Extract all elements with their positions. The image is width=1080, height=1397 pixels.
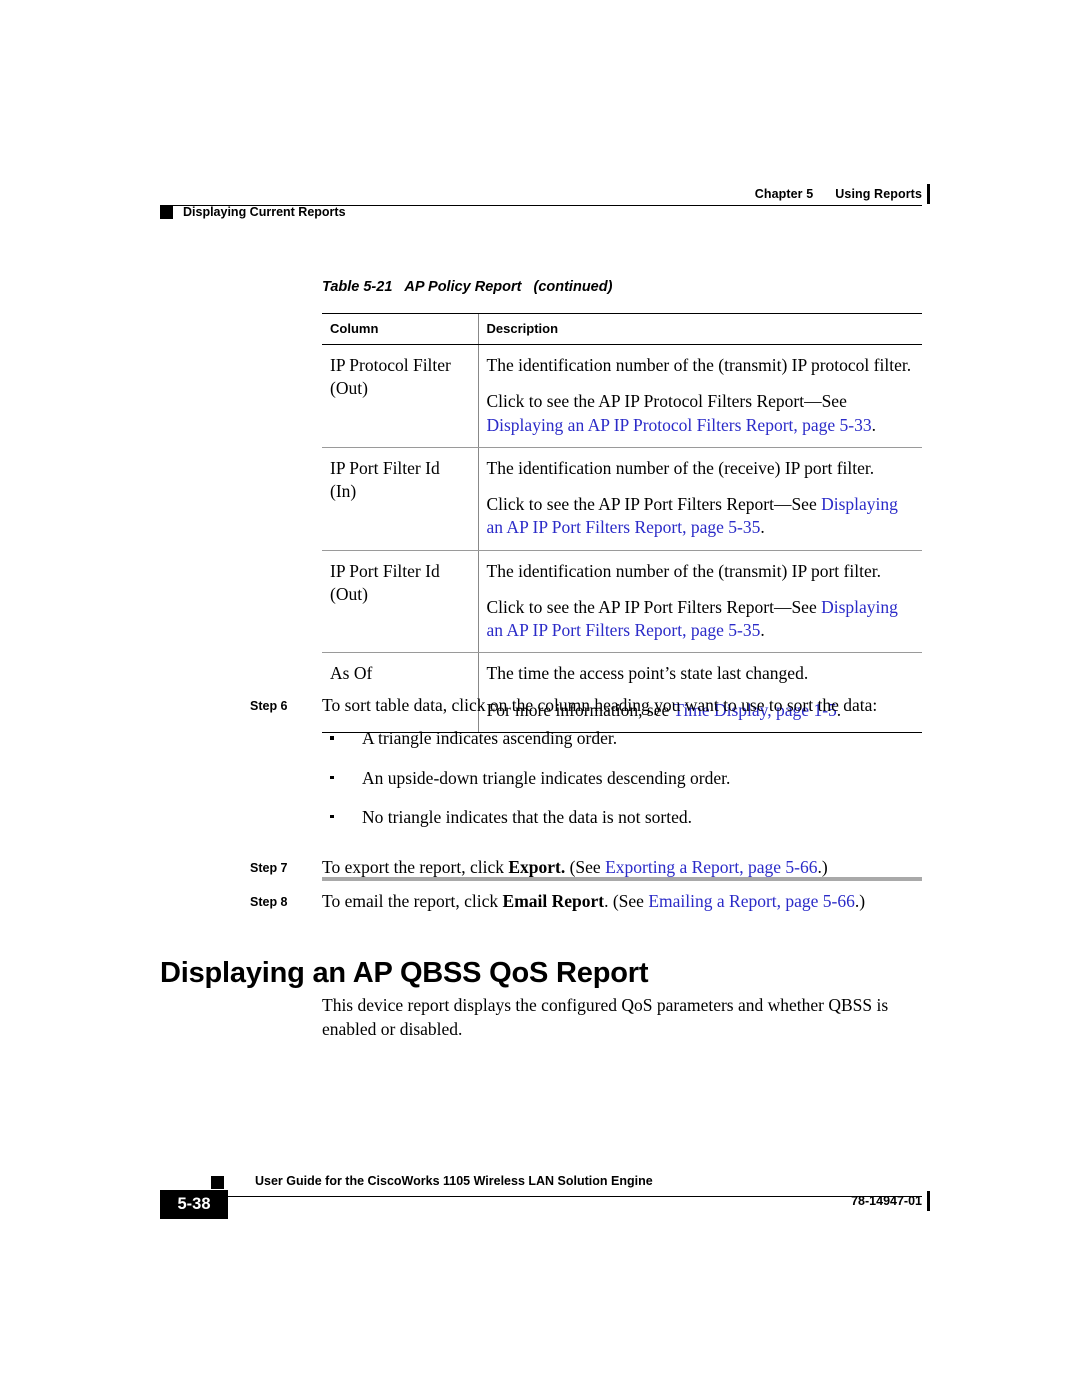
step-lead-text: To email the report, click (322, 891, 503, 912)
description-paragraph: The identification number of the (transm… (486, 355, 912, 375)
bullet-icon (330, 736, 334, 740)
header-section-label: Displaying Current Reports (183, 205, 346, 219)
footer-guide-title: User Guide for the CiscoWorks 1105 Wirel… (255, 1174, 653, 1188)
cell-description: The identification number of the (transm… (477, 550, 922, 654)
link-tail-text: . (760, 517, 765, 538)
cell-column-name: IP Port Filter Id (In) (322, 447, 478, 551)
table-caption-title: AP Policy Report (404, 279, 522, 295)
table-row: IP Port Filter Id (In) The identificatio… (322, 447, 922, 551)
list-item: An upside-down triangle indicates descen… (322, 767, 930, 790)
step-label: Step 6 (250, 699, 288, 713)
column-header-description: Description (477, 313, 922, 345)
table-caption-number: Table 5-21 (322, 279, 393, 295)
page-title: Displaying an AP QBSS QoS Report (160, 957, 649, 990)
running-header-right: Chapter 5 Using Reports (755, 187, 922, 201)
link-tail-text: . (760, 620, 765, 641)
column-header-column: Column (322, 313, 478, 345)
section-paragraph: This device report displays the configur… (322, 995, 889, 1039)
step-6: Step 6 To sort table data, click on the … (250, 694, 930, 845)
header-chapter: Chapter 5 (754, 187, 814, 201)
link-tail-text: . (871, 414, 877, 435)
footer-rule (160, 1196, 922, 1198)
bullet-icon (330, 775, 334, 780)
description-paragraph-with-link: Click to see the AP IP Port Filters Repo… (487, 493, 913, 540)
description-paragraph: The identification number of the (receiv… (486, 457, 875, 478)
step-text: To sort table data, click on the column … (322, 695, 878, 715)
list-item-text: A triangle indicates ascending order. (362, 728, 618, 749)
cell-column-name: IP Port Filter Id (Out) (322, 550, 478, 654)
step-text: To export the report, click Export. (See… (322, 856, 930, 879)
list-item: A triangle indicates ascending order. (322, 727, 930, 750)
table-row: IP Port Filter Id (Out) The identificati… (322, 550, 922, 654)
procedure-steps: Step 6 To sort table data, click on the … (250, 694, 930, 915)
step-lead-text: To export the report, click (322, 857, 509, 878)
sort-order-bullet-list: A triangle indicates ascending order. An… (322, 727, 930, 829)
table-body: IP Protocol Filter (Out) The identificat… (322, 344, 922, 733)
cross-reference-link[interactable]: Emailing a Report, page 5-66 (648, 891, 855, 911)
description-paragraph-with-link: Click to see the AP IP Protocol Filters … (487, 390, 913, 437)
description-paragraph-with-link: Click to see the AP IP Port Filters Repo… (487, 596, 913, 643)
header-margin-tick (927, 184, 930, 204)
list-item-text: An upside-down triangle indicates descen… (362, 767, 731, 788)
link-lead-text: Click to see the AP IP Port Filters Repo… (486, 596, 822, 617)
step-tail-text: .) (854, 891, 866, 912)
table-caption: Table 5-21 AP Policy Report (continued) (322, 279, 612, 295)
step-text-block: To sort table data, click on the column … (322, 694, 930, 845)
cross-reference-link[interactable]: Exporting a Report, page 5-66 (605, 857, 817, 877)
header-chapter-title: Using Reports (835, 187, 922, 201)
table-row: IP Protocol Filter (Out) The identificat… (322, 344, 922, 448)
description-paragraph: The time the access point’s state last c… (486, 663, 809, 684)
cross-reference-link[interactable]: Displaying an AP IP Protocol Filters Rep… (487, 415, 872, 435)
table-header-row: Column Description (322, 313, 922, 345)
ap-policy-report-table: Column Description IP Protocol Filter (O… (322, 313, 922, 733)
list-item: No triangle indicates that the data is n… (322, 806, 930, 829)
export-button-reference: Export. (508, 857, 566, 878)
footer-margin-tick (927, 1191, 930, 1211)
list-item-text: No triangle indicates that the data is n… (362, 806, 692, 827)
step-label: Step 7 (250, 861, 288, 876)
document-page: Chapter 5 Using Reports Displaying Curren… (0, 0, 1080, 1397)
step-label: Step 8 (250, 895, 288, 910)
cell-description: The identification number of the (transm… (477, 344, 922, 448)
page-number-badge: 5-38 (160, 1190, 228, 1219)
link-lead-text: Click to see the AP IP Port Filters Repo… (486, 494, 822, 515)
table-caption-continued: (continued) (533, 279, 613, 295)
step-mid-text: . (See (604, 891, 649, 912)
step-text: To email the report, click Email Report.… (322, 890, 930, 913)
step-7: Step 7 To export the report, click Expor… (250, 856, 930, 879)
footer-document-number: 78-14947-01 (851, 1194, 922, 1208)
black-square-icon (211, 1176, 224, 1189)
section-separator-rule (322, 877, 922, 881)
description-paragraph: The identification number of the (transm… (486, 560, 881, 581)
cell-description: The identification number of the (receiv… (477, 447, 922, 551)
bullet-icon (330, 814, 334, 819)
step-mid-text: (See (565, 857, 606, 878)
cell-column-name: IP Protocol Filter (Out) (322, 344, 478, 448)
link-lead-text: Click to see the AP IP Protocol Filters … (486, 391, 847, 412)
step-tail-text: .) (817, 857, 828, 878)
step-8: Step 8 To email the report, click Email … (250, 890, 930, 913)
running-header-left: Displaying Current Reports (160, 205, 346, 219)
email-report-button-reference: Email Report (502, 891, 605, 912)
black-square-icon (160, 205, 173, 219)
